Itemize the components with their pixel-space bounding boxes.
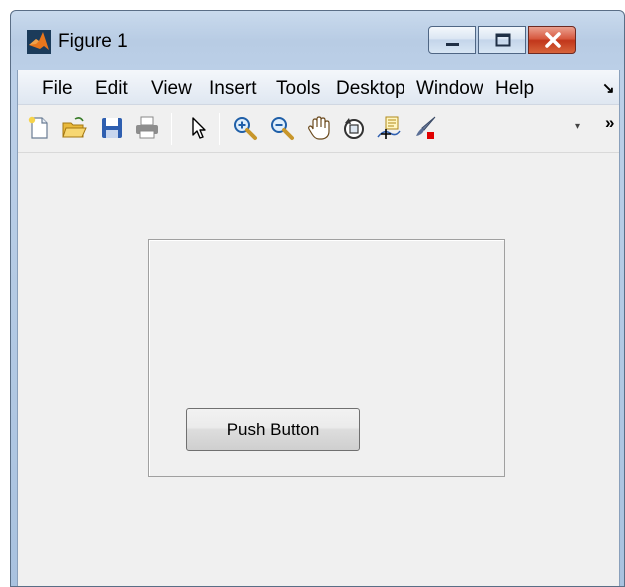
figure-window: Figure 1 File Edit View Insert Tools Des… bbox=[10, 10, 625, 587]
open-file-icon[interactable] bbox=[61, 115, 87, 141]
menu-view[interactable]: View bbox=[151, 78, 196, 100]
brush-icon[interactable] bbox=[412, 115, 438, 141]
save-icon[interactable] bbox=[99, 115, 125, 141]
menu-overflow-arrow-icon[interactable]: ↘ bbox=[602, 79, 615, 97]
maximize-icon bbox=[495, 33, 511, 47]
toolbar-more-icon[interactable]: » bbox=[605, 113, 614, 133]
maximize-button[interactable] bbox=[478, 26, 526, 54]
menu-edit[interactable]: Edit bbox=[95, 78, 137, 100]
toolbar: ▾ » bbox=[18, 105, 619, 153]
figure-canvas: Push Button bbox=[18, 154, 619, 586]
zoom-in-icon[interactable] bbox=[232, 115, 258, 141]
menu-tools[interactable]: Tools bbox=[276, 78, 325, 100]
minimize-button[interactable] bbox=[428, 26, 476, 54]
toolbar-separator bbox=[171, 113, 172, 145]
new-figure-icon[interactable] bbox=[26, 115, 52, 141]
menu-desktop[interactable]: Desktop bbox=[336, 78, 404, 100]
brush-dropdown-icon[interactable]: ▾ bbox=[575, 121, 580, 132]
push-button[interactable]: Push Button bbox=[186, 408, 360, 451]
title-bar[interactable]: Figure 1 bbox=[11, 11, 624, 71]
menu-window[interactable]: Window bbox=[416, 78, 483, 100]
menu-help[interactable]: Help bbox=[495, 78, 540, 100]
data-cursor-icon[interactable] bbox=[376, 115, 402, 141]
menu-file[interactable]: File bbox=[42, 78, 80, 100]
pan-hand-icon[interactable] bbox=[306, 115, 332, 141]
rotate-3d-icon[interactable] bbox=[341, 115, 367, 141]
menu-insert[interactable]: Insert bbox=[209, 78, 260, 100]
zoom-out-icon[interactable] bbox=[269, 115, 295, 141]
matlab-logo-icon bbox=[27, 30, 51, 54]
close-icon bbox=[545, 32, 561, 48]
window-title: Figure 1 bbox=[58, 31, 128, 52]
minimize-icon bbox=[446, 43, 459, 46]
toolbar-separator bbox=[219, 113, 220, 145]
print-icon[interactable] bbox=[134, 115, 160, 141]
menu-bar: File Edit View Insert Tools Desktop Wind… bbox=[18, 70, 619, 105]
window-client-area: File Edit View Insert Tools Desktop Wind… bbox=[17, 70, 620, 586]
close-button[interactable] bbox=[528, 26, 576, 54]
pointer-icon[interactable] bbox=[185, 115, 211, 141]
ui-panel: Push Button bbox=[148, 239, 505, 477]
